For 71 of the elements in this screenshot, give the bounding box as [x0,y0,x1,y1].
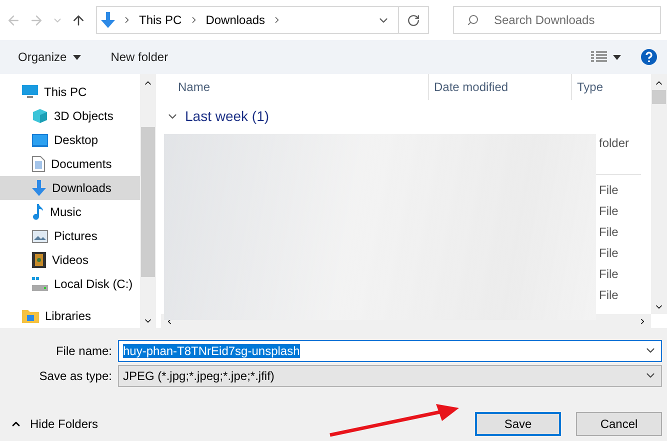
save-button[interactable]: Save [475,412,561,436]
sidebar-item[interactable]: Downloads [0,176,140,200]
sidebar-label: Pictures [54,229,98,243]
field-label: File name: [54,344,113,358]
address-bar[interactable]: This PC Downloads [96,6,429,34]
search-field[interactable]: Search Downloads [453,6,661,34]
column-header[interactable]: Date modified [429,74,572,100]
sidebar-label: Documents [51,157,112,171]
sidebar-item[interactable]: This PC [0,80,140,104]
sidebar-item[interactable]: Local Disk (C:) [0,272,140,296]
folder-icon [22,309,39,323]
file-type-dropdown[interactable]: JPEG (*.jpg;*.jpeg;*.jpe;*.jfif) [118,364,662,386]
forward-button[interactable] [29,12,44,28]
sidebar-label: Music [50,205,82,219]
file-name-field[interactable]: huy-phan-T8TNrEid7sg-unsplash [118,340,662,362]
document-icon [32,156,45,172]
table-cell: File [599,246,618,260]
column-header[interactable]: Name [161,74,429,100]
sidebar-label: This PC [44,85,87,99]
sidebar-item[interactable]: Libraries [0,304,140,328]
sidebar-label: Local Disk (C:) [54,277,133,291]
sidebar-item[interactable]: 3D Objects [0,104,140,128]
scroll-right-icon [638,316,647,326]
table-cell: File [599,288,618,302]
caret-icon [613,54,621,60]
caret-icon [72,54,81,60]
computer-icon [22,85,38,99]
scroll-thumb[interactable] [141,127,155,277]
table-cell: File [599,266,618,280]
download-icon [32,180,46,196]
film-icon [32,252,46,268]
group-label: Last week (1) [185,108,270,124]
drive-icon [32,277,48,291]
refresh-icon [407,14,420,26]
sidebar-scrollbar[interactable] [140,74,156,328]
sidebar-item[interactable]: Desktop [0,128,140,152]
scroll-thumb[interactable] [652,90,666,104]
help-icon[interactable] [641,49,657,65]
download-icon [101,12,115,28]
new-folder-button[interactable]: New folder [110,50,168,64]
view-options-button[interactable] [591,51,621,63]
group-header[interactable]: Last week (1) [161,100,651,132]
sidebar-label: Videos [52,253,88,267]
sidebar-item[interactable]: Documents [0,152,140,176]
table-cell: File [599,182,618,196]
sidebar-item[interactable]: Music [0,200,140,224]
music-note-icon [32,204,44,220]
breadcrumb-item[interactable]: This PC [139,13,182,27]
up-button[interactable] [71,12,86,28]
back-button[interactable] [6,12,21,28]
cancel-button[interactable]: Cancel [576,412,662,436]
desktop-icon [32,134,48,146]
cube-icon [32,108,48,124]
organize-button[interactable]: Organize [18,50,81,64]
table-cell: File [599,204,618,218]
sidebar-label: 3D Objects [54,109,114,123]
hide-folders-button[interactable]: Hide Folders [10,417,98,431]
sidebar-item[interactable]: Videos [0,248,140,272]
file-list-scrollbar[interactable] [651,74,667,314]
search-icon [467,14,479,26]
details-view-icon [591,51,607,63]
sidebar-label: Downloads [52,181,112,195]
column-header[interactable]: Type [572,74,651,100]
sidebar-label: Libraries [45,309,92,323]
sidebar-item[interactable]: Pictures [0,224,140,248]
field-label: Save as type: [38,368,113,382]
table-cell: File [599,224,618,238]
pictures-icon [32,230,48,242]
sidebar-label: Desktop [54,133,98,147]
breadcrumb-item[interactable]: Downloads [206,13,266,27]
table-cell: folder [599,136,630,150]
